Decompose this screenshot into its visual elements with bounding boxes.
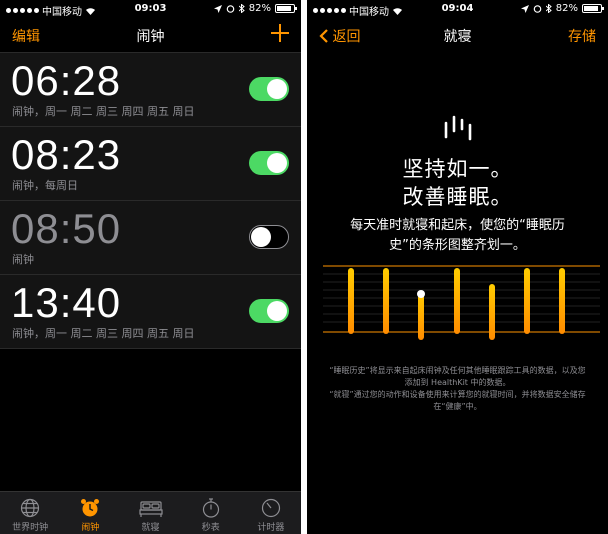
alarm-row[interactable]: 08:23 闹钟，每周日 [0, 127, 301, 201]
tab-label: 闹钟 [81, 523, 100, 533]
alarm-toggle[interactable] [249, 77, 289, 101]
tab-stopwatch[interactable]: 秒表 [181, 492, 241, 534]
sleep-bars-icon [444, 115, 472, 141]
alarm-time: 06:28 [11, 57, 122, 104]
sleep-history-graph [323, 265, 600, 340]
alarm-label: 闹钟，周一 周二 周三 周四 周五 周日 [12, 105, 195, 118]
tab-label: 就寝 [141, 523, 160, 533]
alarm-row[interactable]: 06:28 闹钟，周一 周二 周三 周四 周五 周日 [0, 52, 301, 127]
nav-bar: 编辑 闹钟 [0, 18, 301, 52]
stopwatch-icon [202, 498, 219, 518]
battery-percent: 82% [248, 3, 271, 14]
alarm-list: 06:28 闹钟，周一 周二 周三 周四 周五 周日 08:23 闹钟，每周日 … [0, 52, 301, 349]
hero-title: 坚持如一。 改善睡眠。 [402, 157, 513, 209]
alarm-time: 08:23 [11, 131, 122, 178]
status-bar: 中国移动 09:03 82% [0, 0, 301, 18]
tab-timer[interactable]: 计时器 [241, 492, 301, 534]
alarm-toggle[interactable] [249, 299, 289, 323]
battery-icon [582, 4, 604, 13]
tab-alarm[interactable]: 闹钟 [60, 492, 120, 534]
alarm-toggle[interactable] [249, 151, 289, 175]
add-alarm-button[interactable] [269, 22, 291, 44]
location-icon [213, 4, 222, 13]
timer-icon [261, 498, 281, 518]
alarm-label: 闹钟，每周日 [12, 179, 78, 192]
tab-bedtime[interactable]: 就寝 [120, 492, 180, 534]
tab-label: 世界时钟 [12, 523, 49, 533]
alarm-screen: 中国移动 09:03 82% 编辑 闹钟 06:28 闹钟，周一 周二 周三 周… [0, 0, 301, 534]
bedtime-screen: 中国移动 09:04 82% 返回 就寝 存储 坚持如一。 改善睡眠。 每天准时… [307, 0, 608, 534]
location-icon [520, 4, 529, 13]
save-button[interactable]: 存储 [568, 26, 596, 46]
alarm-time: 13:40 [11, 279, 122, 326]
page-title: 就寝 [443, 29, 472, 45]
page-title: 闹钟 [136, 29, 165, 45]
alarm-row[interactable]: 08:50 闹钟 [0, 201, 301, 275]
alarm-status-icon [226, 5, 235, 13]
footnote: “睡眠历史”将显示来自起床闹钟及任何其他睡眠跟踪工具的数据，以及您添加到 Hea… [329, 366, 586, 411]
tab-bar: 世界时钟 闹钟 就寝 秒表 计时器 [0, 491, 301, 534]
alarm-label: 闹钟 [12, 253, 34, 266]
bluetooth-icon [238, 4, 245, 13]
tab-label: 计时器 [257, 523, 285, 533]
battery-percent: 82% [555, 3, 578, 14]
alarm-clock-icon [81, 499, 100, 517]
tab-world-clock[interactable]: 世界时钟 [0, 492, 60, 534]
tab-label: 秒表 [201, 523, 220, 533]
alarm-status-icon [533, 5, 542, 13]
hero-subtitle: 每天准时就寝和起床，使您的“睡眠历史”的条形图整齐划一。 [350, 218, 565, 253]
battery-icon [275, 4, 297, 13]
bed-icon [138, 501, 163, 517]
globe-icon [20, 498, 40, 518]
bluetooth-icon [545, 4, 552, 13]
alarm-label: 闹钟，周一 周二 周三 周四 周五 周日 [12, 327, 195, 340]
nav-bar: 返回 就寝 存储 [307, 18, 608, 52]
alarm-toggle[interactable] [249, 225, 289, 249]
alarm-row[interactable]: 13:40 闹钟，周一 周二 周三 周四 周五 周日 [0, 275, 301, 349]
alarm-time: 08:50 [11, 205, 122, 252]
status-bar: 中国移动 09:04 82% [307, 0, 608, 18]
